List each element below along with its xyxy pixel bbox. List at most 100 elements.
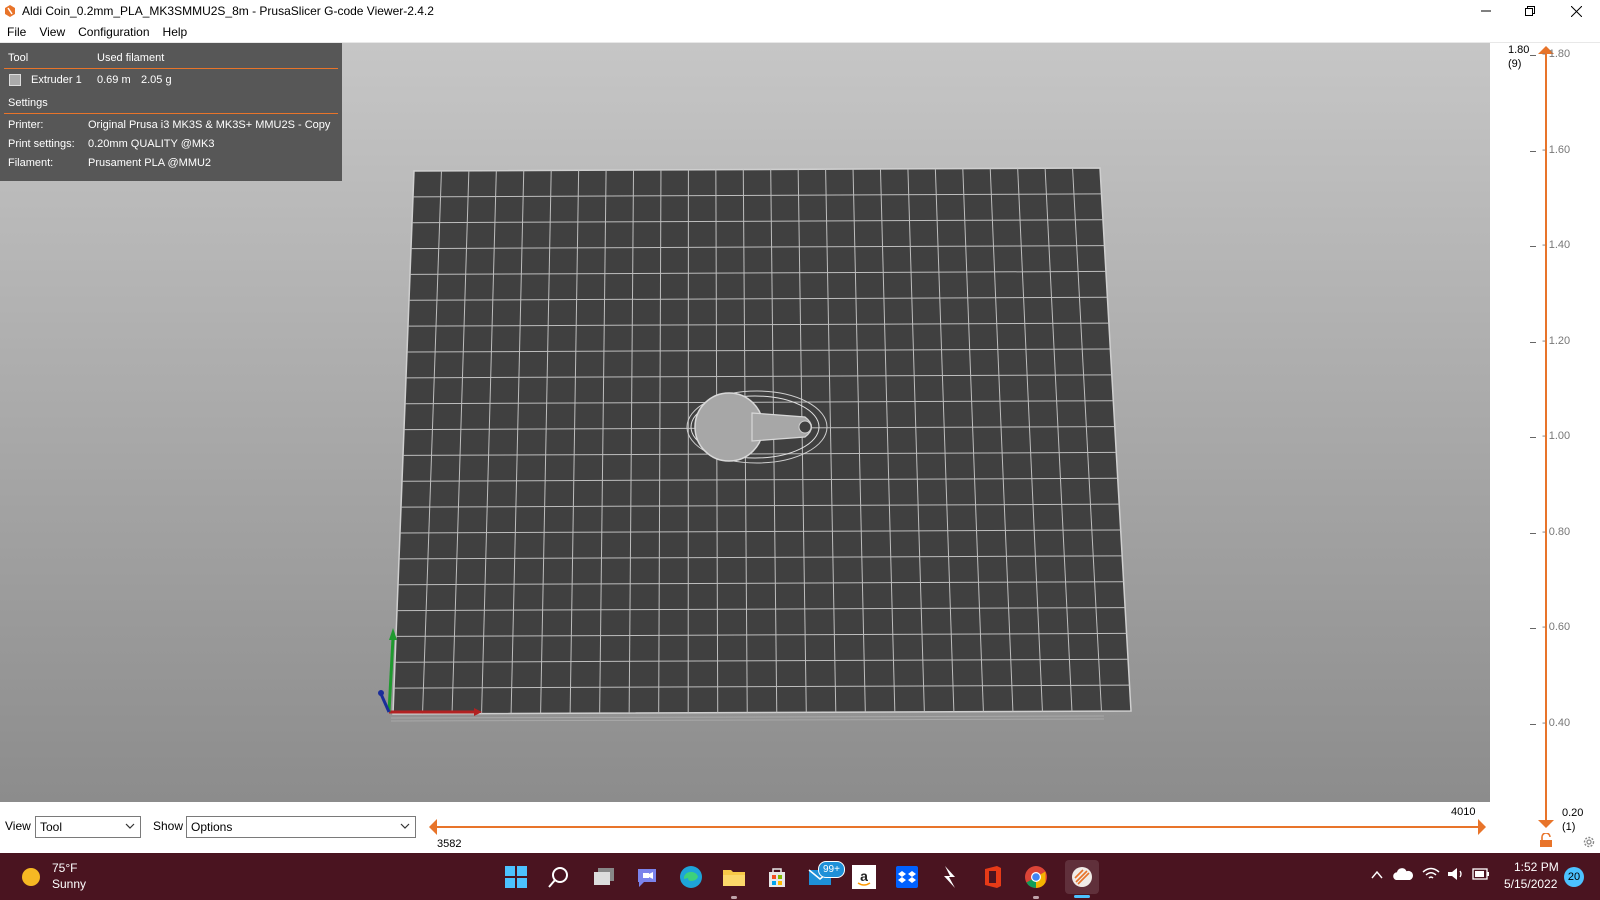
prusa-app-icon [5,5,15,17]
taskbar-edge[interactable] [677,863,705,891]
taskbar-task-view[interactable] [590,863,618,891]
volume-icon[interactable] [1447,867,1465,881]
layer-slider-top-layer: (9) [1508,58,1522,70]
svg-text:a: a [860,868,868,884]
weather-temp: 75°F [52,861,78,875]
task-view-icon [594,868,614,885]
battery-icon[interactable] [1472,868,1490,880]
close-button[interactable] [1554,0,1598,22]
filament-label: Filament: [8,157,54,169]
layer-slider-bottom-layer: (1) [1562,821,1576,833]
taskbar-chat[interactable] [633,863,661,891]
show-options-select[interactable]: Options [186,816,416,838]
menu-help[interactable]: Help [156,22,194,39]
chrome-icon [1025,866,1047,888]
layer-slider-tick-label: - 1.60 [1542,143,1571,156]
moves-slider-right-thumb[interactable] [1477,819,1487,835]
layer-slider-tick-label: - 1.20 [1542,334,1571,347]
view-type-select[interactable]: Tool [35,816,141,838]
moves-slider-max: 4010 [1451,806,1476,818]
layer-slider-bottom-value: 0.20 [1562,807,1584,819]
extruder-length: 0.69 m [97,74,131,86]
onedrive-cloud-icon[interactable] [1393,868,1413,882]
legend-settings-header: Settings [8,97,48,109]
search-icon [548,867,568,888]
dropbox-icon [896,866,918,888]
weather-widget[interactable]: 75°F Sunny [18,859,128,895]
minimize-button[interactable] [1464,0,1508,22]
taskbar-office[interactable] [979,863,1007,891]
amazon-icon: a [852,865,876,889]
close-icon [1570,5,1582,17]
print-settings-label: Print settings: [8,138,75,150]
layer-slider[interactable]: 1.80 (9) 0.20 (1) - 1.80 - 1.60 - 1.40 - 1.… [1490,43,1600,853]
view-type-value: Tool [40,820,63,834]
layer-slider-tick [1530,437,1536,438]
extruder-name: Extruder 1 [31,74,82,86]
printer-value: Original Prusa i3 MK3S & MK3S+ MMU2S - C… [88,119,331,131]
taskbar-store[interactable] [763,863,791,891]
office-icon [985,866,1001,888]
clock-date[interactable]: 5/15/2022 [1504,877,1557,891]
taskbar-file-explorer[interactable] [720,863,748,891]
taskbar-dropbox[interactable] [893,863,921,891]
settings-cog-icon[interactable] [1582,835,1596,849]
layer-slider-tick-label: - 0.60 [1542,621,1571,633]
taskbar-search[interactable] [545,863,573,891]
moves-slider-min: 3582 [437,838,462,850]
chevron-up-icon[interactable] [1371,870,1383,880]
layer-slider-bottom-thumb[interactable] [1538,819,1554,829]
extruder-color-swatch [9,74,21,86]
taskbar-amazon[interactable]: a [850,863,878,891]
lock-icon[interactable] [1539,833,1553,848]
clock-time[interactable]: 1:52 PM [1514,860,1559,874]
wifi-icon[interactable] [1422,867,1440,881]
taskbar-prusaslicer[interactable] [1065,860,1099,894]
mail-badge: 99+ [818,861,845,878]
windows-logo-icon [505,866,527,888]
legend-divider [4,68,338,69]
menu-file[interactable]: File [0,22,32,39]
layer-slider-tick-label: - 0.40 [1542,716,1571,729]
menu-configuration[interactable]: Configuration [71,22,155,39]
chevron-down-icon [125,823,135,829]
printer-label: Printer: [8,119,44,131]
folder-icon [723,870,745,886]
moves-slider-track[interactable] [434,826,1482,828]
taskbar-chrome[interactable] [1022,863,1050,891]
chevron-down-icon [400,823,410,829]
layer-slider-tick [1530,532,1536,534]
teams-chat-icon [638,869,656,887]
show-label: Show [153,819,184,833]
layer-slider-tick [1530,341,1536,343]
menu-view[interactable]: View [32,22,71,39]
notification-badge[interactable]: 20 [1564,867,1584,887]
restore-button[interactable] [1508,0,1552,22]
restore-icon [1525,6,1535,16]
microsoft-store-icon [769,868,785,887]
layer-slider-top-value: 1.80 [1508,44,1530,56]
moves-slider-left-thumb[interactable] [428,819,438,835]
minimize-icon [1481,10,1491,12]
taskbar-app-bolt[interactable] [936,863,964,891]
title-bar: Aldi Coin_0.2mm_PLA_MK3SMMU2S_8m - Prusa… [0,0,1600,22]
windows-taskbar: 75°F Sunny 99+ a 1:52 PM 5/15/2022 20 [0,853,1600,900]
extruder-weight: 2.05 g [141,74,172,86]
sun-icon [22,868,40,886]
menu-bar: File View Configuration Help [0,22,1600,43]
start-button[interactable] [502,863,530,891]
layer-slider-tick-label: - 1.80 [1542,48,1571,60]
edge-browser-icon [680,866,702,888]
view-label: View [5,819,31,833]
layer-slider-tick [1530,628,1536,629]
prusa-slicer-icon [1072,867,1092,887]
layer-slider-tick [1530,150,1536,152]
legend-filament-header: Used filament [97,52,165,64]
weather-desc: Sunny [52,877,87,891]
bottom-toolbar: View Tool Show Options 4010 3582 [0,802,1490,853]
legend-tool-header: Tool [8,52,29,64]
legend-divider [4,113,338,114]
layer-slider-tick-label: - 0.80 [1542,525,1571,538]
layer-slider-tick [1530,55,1536,56]
layer-slider-tick-label: - 1.40 [1542,239,1571,251]
